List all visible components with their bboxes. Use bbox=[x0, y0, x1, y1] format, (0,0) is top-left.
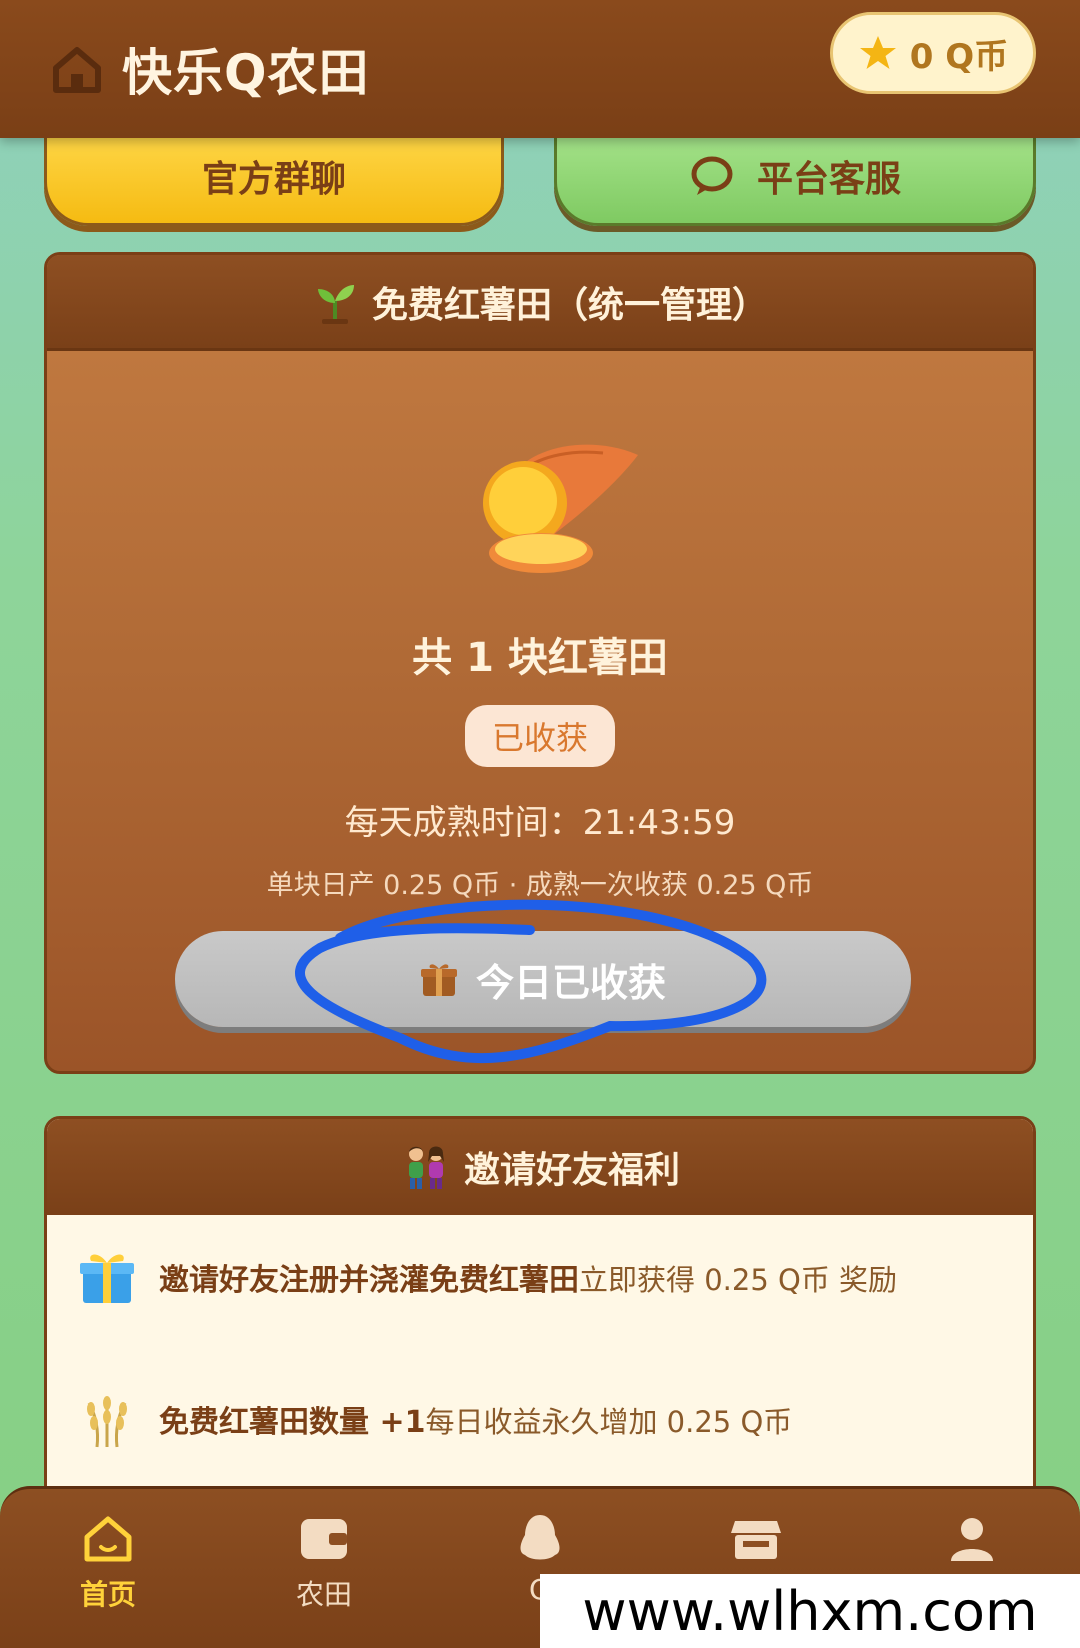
invite-card-title: 邀请好友福利 bbox=[463, 1150, 680, 1191]
app-header: 快乐Q农田 0 Q币 bbox=[0, 0, 1080, 138]
invite-card: 邀请好友福利 邀请好友注册并浇灌免费红薯田立即获得 0.25 Q币 奖励 免费红… bbox=[44, 1116, 1036, 1536]
sprout-icon bbox=[317, 284, 354, 324]
field-card-header: 免费红薯田（统一管理） bbox=[47, 255, 1033, 351]
gift-icon bbox=[80, 1254, 134, 1303]
group-chat-label: 官方群聊 bbox=[201, 158, 346, 200]
harvest-button-label: 今日已收获 bbox=[475, 960, 666, 1005]
perk-title: 邀请好友注册并浇灌免费红薯田 bbox=[159, 1263, 579, 1298]
store-icon bbox=[731, 1521, 781, 1559]
friends-icon bbox=[408, 1146, 444, 1189]
nav-label: 首页 bbox=[79, 1578, 136, 1611]
group-chat-button[interactable]: 官方群聊 bbox=[44, 128, 504, 226]
star-icon bbox=[859, 36, 896, 69]
coin-balance: 0 Q币 bbox=[909, 36, 1009, 77]
perk-item: 免费红薯田数量 +1每日收益永久增加 0.25 Q币 bbox=[77, 1389, 959, 1456]
perk-detail: 每日收益永久增加 0.25 Q币 bbox=[425, 1405, 793, 1439]
home-icon bbox=[84, 1516, 132, 1562]
home-icon[interactable] bbox=[50, 42, 104, 96]
penguin-icon bbox=[520, 1515, 560, 1560]
yield-info: 单块日产 0.25 Q币 · 成熟一次收获 0.25 Q币 bbox=[266, 870, 814, 901]
nav-item-profile[interactable] bbox=[912, 1511, 1032, 1573]
nav-item-farm[interactable]: 农田 bbox=[264, 1511, 384, 1613]
nav-item-home[interactable]: 首页 bbox=[48, 1511, 168, 1613]
perk-detail: 立即获得 0.25 Q币 奖励 bbox=[579, 1263, 898, 1297]
perk-title: 免费红薯田数量 +1 bbox=[159, 1405, 426, 1440]
field-card: 免费红薯田（统一管理） 共 1 块红薯田 已收获 每天成熟时间：21:43:59… bbox=[44, 252, 1036, 1074]
app-title: 快乐Q农田 bbox=[122, 44, 370, 102]
invite-card-header: 邀请好友福利 bbox=[47, 1119, 1033, 1215]
harvest-button[interactable]: 今日已收获 bbox=[175, 931, 911, 1027]
perk-item: 邀请好友注册并浇灌免费红薯田立即获得 0.25 Q币 奖励 bbox=[77, 1247, 959, 1314]
wheat-icon bbox=[87, 1396, 127, 1448]
field-card-title: 免费红薯田（统一管理） bbox=[371, 284, 768, 326]
customer-service-label: 平台客服 bbox=[756, 158, 901, 200]
sweet-potato-icon bbox=[483, 444, 638, 573]
coin-balance-pill[interactable]: 0 Q币 bbox=[830, 12, 1036, 94]
user-icon bbox=[951, 1518, 993, 1561]
wallet-icon bbox=[301, 1519, 347, 1559]
chat-bubble-icon bbox=[691, 156, 733, 195]
nav-item-store[interactable] bbox=[696, 1511, 816, 1573]
watermark: www.wlhxm.com bbox=[540, 1574, 1080, 1648]
nav-label: 农田 bbox=[295, 1578, 352, 1611]
gift-icon bbox=[420, 964, 457, 996]
customer-service-button[interactable]: 平台客服 bbox=[554, 128, 1036, 226]
field-count: 共 1 块红薯田 bbox=[412, 635, 668, 681]
ripe-time: 每天成熟时间：21:43:59 bbox=[344, 803, 736, 843]
status-badge: 已收获 bbox=[465, 705, 615, 767]
